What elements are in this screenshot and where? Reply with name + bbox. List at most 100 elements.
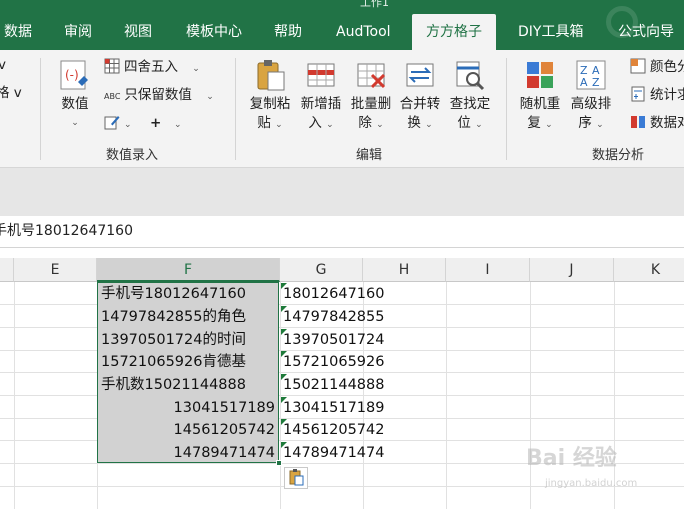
stats-sum-label: 统计求 — [650, 87, 684, 103]
merge-convert-label-2: 换 — [407, 115, 421, 131]
column-header-partial — [0, 258, 14, 282]
round-label: 四舍五入 — [124, 59, 178, 75]
column-header-k[interactable]: K — [614, 258, 684, 282]
insert-label-1: 新增插 — [300, 96, 342, 112]
partial-dropdown-caret[interactable]: v — [0, 54, 6, 76]
copy-paste-label-1: 复制粘 — [249, 96, 291, 112]
cell-g1[interactable]: 18012647160 — [283, 283, 403, 305]
group-label-numeric: 数值录入 — [106, 148, 159, 163]
insert-label-2: 入 — [308, 115, 322, 131]
keep-value-button[interactable]: ABC 只保留数值 ⌄ — [104, 84, 214, 106]
group-separator — [235, 58, 236, 160]
chevron-down-icon: ⌄ — [124, 120, 132, 130]
grid-icon — [104, 58, 120, 74]
chevron-down-icon: ⌄ — [425, 120, 433, 130]
value-icon: (-) — [58, 58, 92, 92]
group-label-analysis: 数据分析 — [592, 148, 645, 163]
insert-button[interactable]: 新增插 入 ⌄ — [298, 58, 344, 135]
ribbon: v 格 v (-) 数值 ⌄ 四舍五入 ⌄ ABC 只保留数值 ⌄ ⌄ + ⌄ … — [0, 50, 684, 168]
chevron-down-icon: ⌄ — [326, 120, 334, 130]
chevron-down-icon: ⌄ — [596, 120, 604, 130]
selection-border — [97, 282, 279, 463]
cell-g5[interactable]: 15021144888 — [283, 374, 403, 396]
batch-delete-label-2: 除 — [358, 115, 372, 131]
tab-diy-toolbox[interactable]: DIY工具箱 — [516, 14, 585, 50]
color-analysis-button[interactable]: 颜色分 — [630, 56, 684, 78]
tab-view[interactable]: 视图 — [122, 14, 154, 50]
cell-g2[interactable]: 14797842855 — [283, 306, 403, 328]
tab-help[interactable]: 帮助 — [272, 14, 304, 50]
column-header-h[interactable]: H — [363, 258, 446, 282]
calculator-icon — [630, 86, 646, 102]
formula-bar[interactable]: 手机号18012647160 — [0, 216, 684, 248]
round-button[interactable]: 四舍五入 ⌄ — [104, 56, 200, 78]
cell-g4[interactable]: 15721065926 — [283, 351, 403, 373]
insert-row-icon — [304, 58, 338, 92]
tab-data[interactable]: 数据 — [2, 14, 34, 50]
chevron-down-icon: ⌄ — [545, 120, 553, 130]
svg-text:A: A — [580, 76, 588, 89]
column-header-j[interactable]: J — [530, 258, 614, 282]
column-header-e[interactable]: E — [14, 258, 97, 282]
advanced-sort-label-2: 序 — [578, 115, 592, 131]
batch-delete-button[interactable]: 批量删 除 ⌄ — [348, 58, 394, 135]
merge-convert-label-1: 合并转 — [399, 96, 441, 112]
watermark-url: jingyan.baidu.com — [545, 478, 638, 489]
tab-template-center[interactable]: 模板中心 — [184, 14, 244, 50]
partial-format-button[interactable]: 格 v — [0, 82, 22, 104]
find-locate-button[interactable]: 查找定 位 ⌄ — [447, 58, 493, 135]
chevron-down-icon: ⌄ — [475, 120, 483, 130]
advanced-sort-button[interactable]: ZAAZ 高级排 序 ⌄ — [568, 58, 614, 135]
find-locate-label-1: 查找定 — [449, 96, 491, 112]
clipboard-small-icon — [289, 469, 304, 486]
plus-button[interactable]: + ⌄ — [150, 112, 182, 134]
random-repeat-label-2: 复 — [527, 115, 541, 131]
batch-delete-label-1: 批量删 — [350, 96, 392, 112]
chevron-down-icon: ⌄ — [174, 120, 182, 130]
value-button[interactable]: (-) 数值 ⌄ — [52, 58, 98, 133]
column-header-g[interactable]: G — [280, 258, 363, 282]
cell-g3[interactable]: 13970501724 — [283, 329, 403, 351]
compare-icon — [630, 114, 646, 130]
merge-convert-button[interactable]: 合并转 换 ⌄ — [397, 58, 443, 135]
merge-icon — [403, 58, 437, 92]
group-label-edit: 编辑 — [356, 148, 383, 163]
copy-paste-label-2: 贴 — [257, 115, 271, 131]
window-title: 工作1 — [360, 0, 389, 9]
keep-value-label: 只保留数值 — [124, 87, 192, 103]
paste-options-button[interactable] — [284, 467, 308, 489]
color-grid-icon — [630, 58, 646, 74]
stats-sum-button[interactable]: 统计求 — [630, 84, 684, 106]
color-blocks-icon — [523, 58, 557, 92]
magnifier-icon — [453, 58, 487, 92]
column-header-f[interactable]: F — [97, 258, 280, 282]
ribbon-tab-bar: 数据 审阅 视图 模板中心 帮助 AudTool 方方格子 DIY工具箱 公式向… — [0, 6, 684, 50]
copy-paste-button[interactable]: 复制粘 贴 ⌄ — [247, 58, 293, 135]
find-locate-label-2: 位 — [457, 115, 471, 131]
chevron-down-icon: ⌄ — [376, 120, 384, 130]
fill-handle[interactable] — [276, 460, 282, 466]
watermark-logo: Bai 经验 — [526, 446, 617, 471]
tab-review[interactable]: 审阅 — [62, 14, 94, 50]
data-compare-button[interactable]: 数据对 — [630, 112, 684, 134]
cell-g8[interactable]: 14789471474 — [283, 442, 403, 464]
chevron-down-icon: ⌄ — [192, 64, 200, 74]
chevron-down-icon: ⌄ — [206, 92, 214, 102]
edit-note-button[interactable]: ⌄ — [104, 112, 132, 134]
data-compare-label: 数据对 — [650, 115, 684, 131]
chevron-down-icon: ⌄ — [71, 118, 79, 128]
abc-icon: ABC — [104, 92, 121, 101]
column-header-i[interactable]: I — [446, 258, 530, 282]
svg-text:(-): (-) — [65, 68, 79, 82]
plus-icon: + — [150, 115, 162, 131]
advanced-sort-label-1: 高级排 — [570, 96, 612, 112]
cell-g6[interactable]: 13041517189 — [283, 397, 403, 419]
cell-g7[interactable]: 14561205742 — [283, 419, 403, 441]
chevron-down-icon: ⌄ — [275, 120, 283, 130]
random-repeat-button[interactable]: 随机重 复 ⌄ — [517, 58, 563, 135]
tab-formula-wizard[interactable]: 公式向导 — [616, 14, 676, 50]
group-separator — [40, 58, 41, 160]
sort-az-icon: ZAAZ — [574, 58, 608, 92]
tab-fangfang-gezi[interactable]: 方方格子 — [412, 14, 496, 50]
tab-audtool[interactable]: AudTool — [334, 14, 393, 50]
